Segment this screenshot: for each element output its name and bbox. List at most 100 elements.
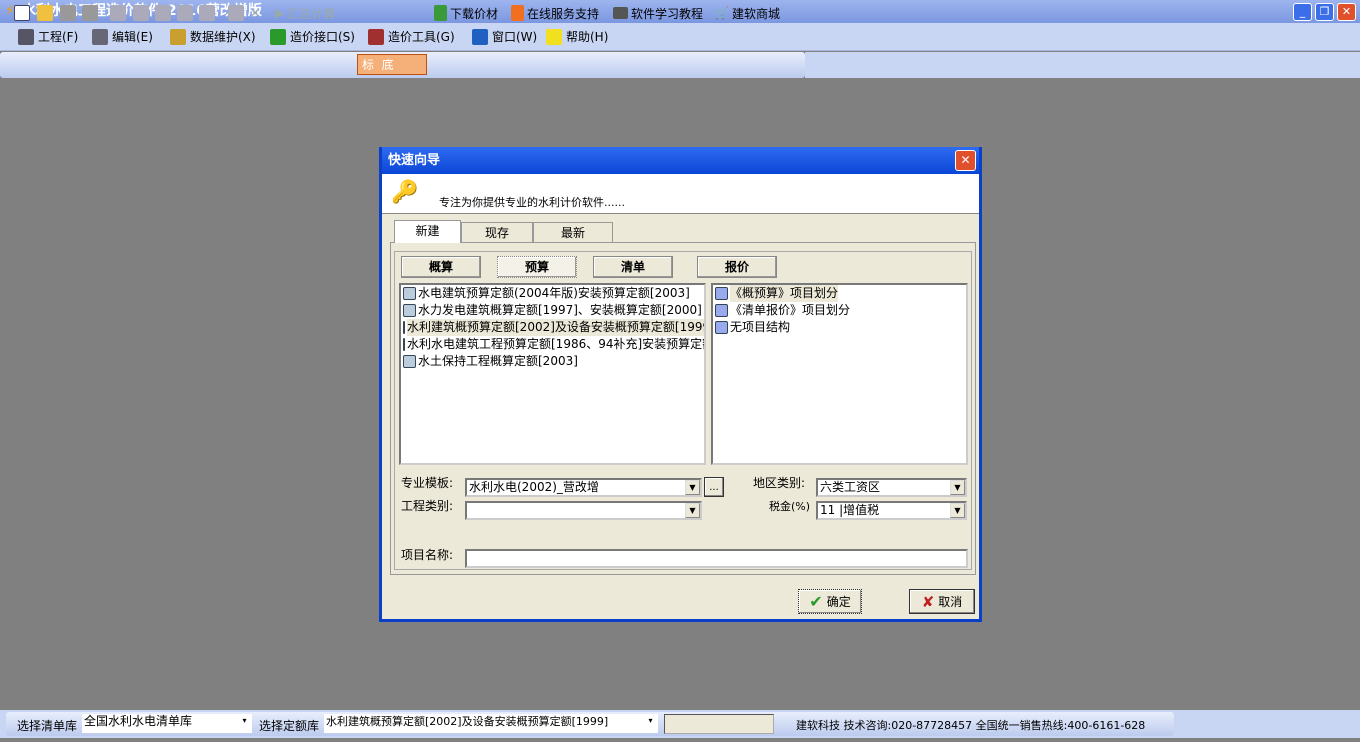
list-item[interactable]: 水土保持工程概算定额[2003] xyxy=(401,353,704,370)
tax-label: 税金(%) xyxy=(769,500,811,513)
status-toolbar: 选择清单库 全国水利水电清单库 ▾ 选择定额库 水利建筑概预算定额[2002]及设… xyxy=(6,712,1174,736)
list-item[interactable]: 水力发电建筑概算定额[1997]、安装概算定额[2000] xyxy=(401,302,704,319)
download-prices-button[interactable]: 下载价材 xyxy=(434,5,498,21)
chevron-down-icon[interactable]: ▼ xyxy=(950,503,965,518)
shop-button[interactable]: 🛒 建软商城 xyxy=(714,5,780,21)
inner-panel: 概算 预算 清单 报价 水电建筑预算定额(2004年版)安装预算定额[2003]… xyxy=(394,251,972,570)
cancel-label: 取消 xyxy=(938,595,963,609)
chevron-down-icon[interactable]: ▾ xyxy=(237,714,252,729)
chevron-down-icon[interactable]: ▼ xyxy=(950,480,965,495)
play-icon: ▶ xyxy=(275,6,285,20)
cart-icon: 🛒 xyxy=(714,6,729,20)
document-icon xyxy=(715,304,728,317)
list-item-label: 《清单报价》项目划分 xyxy=(730,303,851,317)
quota-book-icon xyxy=(403,287,416,300)
insert-icon[interactable] xyxy=(228,5,244,21)
help-icon xyxy=(546,29,562,45)
tax-select[interactable]: 11 |增值税 ▼ xyxy=(816,501,967,520)
cancel-button[interactable]: ✘ 取消 xyxy=(909,589,975,614)
quota-list[interactable]: 水电建筑预算定额(2004年版)安装预算定额[2003] 水力发电建筑概算定额[1… xyxy=(399,283,706,465)
category-select[interactable]: ▼ xyxy=(465,501,702,520)
new-file-icon[interactable] xyxy=(14,5,30,21)
x-icon: ✘ xyxy=(921,592,935,611)
open-folder-icon[interactable] xyxy=(37,5,53,21)
download-label: 下载价材 xyxy=(450,6,499,21)
tutorial-label: 软件学习教程 xyxy=(631,6,704,21)
budget-button[interactable]: 预算 xyxy=(497,256,577,278)
find-icon[interactable] xyxy=(199,5,215,21)
support-label: 在线服务支持 xyxy=(527,6,600,21)
structure-list[interactable]: 《概预算》项目划分 《清单报价》项目划分无项目结构 xyxy=(711,283,968,465)
list-item[interactable]: 水电建筑预算定额(2004年版)安装预算定额[2003] xyxy=(401,285,704,302)
list-item-label: 水力发电建筑概算定额[1997]、安装概算定额[2000] xyxy=(418,303,702,317)
list-item[interactable]: 《概预算》项目划分 xyxy=(713,285,966,302)
restore-button[interactable]: ❐ xyxy=(1315,3,1334,21)
list-item[interactable]: 《清单报价》项目划分 xyxy=(713,302,966,319)
quota-library-label: 选择定额库 xyxy=(259,719,320,733)
list-item[interactable]: 水利水电建筑工程预算定额[1986、94补充]安装预算定额 xyxy=(401,336,704,353)
region-value: 六类工资区 xyxy=(820,480,881,494)
list-item[interactable]: 水利建筑概预算定额[2002]及设备安装概预算定额[1999] xyxy=(401,319,704,336)
cut-icon[interactable] xyxy=(133,5,149,21)
template-select[interactable]: 水利水电(2002)_营改增 ▼ xyxy=(465,478,702,497)
tab-new[interactable]: 新建 xyxy=(394,220,461,243)
chevron-down-icon[interactable]: ▾ xyxy=(643,714,658,729)
quota-library-select[interactable]: 水利建筑概预算定额[2002]及设备安装概预算定额[1999] ▾ xyxy=(324,714,658,733)
ok-button[interactable]: ✔ 确定 xyxy=(798,589,862,614)
menu-label: 造价接口(S) xyxy=(290,30,355,44)
undo-icon[interactable] xyxy=(110,5,126,21)
bill-button[interactable]: 清单 xyxy=(593,256,673,278)
quote-button[interactable]: 报价 xyxy=(697,256,777,278)
list-item-label: 水土保持工程概算定额[2003] xyxy=(418,354,578,368)
menu-help[interactable]: 帮助(H) xyxy=(546,28,608,46)
tools-icon xyxy=(368,29,384,45)
minimize-button[interactable]: _ xyxy=(1293,3,1312,21)
menu-data-maintain[interactable]: 数据维护(X) xyxy=(170,28,256,46)
interface-icon xyxy=(270,29,286,45)
tab-panel: 概算 预算 清单 报价 水电建筑预算定额(2004年版)安装预算定额[2003]… xyxy=(390,242,976,575)
video-icon xyxy=(613,7,628,19)
download-icon xyxy=(434,5,447,21)
checkmark-icon: ✔ xyxy=(809,592,823,611)
dialog-close-button[interactable]: ✕ xyxy=(955,150,976,171)
region-select[interactable]: 六类工资区 ▼ xyxy=(816,478,967,497)
paste-icon[interactable] xyxy=(177,5,193,21)
close-button[interactable]: ✕ xyxy=(1337,3,1356,21)
project-name-label: 项目名称: xyxy=(401,548,454,562)
list-library-select[interactable]: 全国水利水电清单库 ▾ xyxy=(82,714,252,733)
save-icon[interactable] xyxy=(60,5,76,21)
menu-label: 窗口(W) xyxy=(492,30,538,44)
dialog-header: 🔑 专注为你提供专业的水利计价软件...... xyxy=(382,174,979,214)
summary-calc-button[interactable]: ▶ 汇总计算 xyxy=(275,5,335,21)
bid-button[interactable]: 标 底 xyxy=(357,54,427,75)
estimate-button[interactable]: 概算 xyxy=(401,256,481,278)
menu-label: 造价工具(G) xyxy=(388,30,455,44)
template-label: 专业模板: xyxy=(401,476,454,490)
document-icon xyxy=(715,287,728,300)
project-name-input[interactable] xyxy=(465,549,968,568)
menu-edit[interactable]: 编辑(E) xyxy=(92,28,153,46)
list-item-label: 水利水电建筑工程预算定额[1986、94补充]安装预算定额 xyxy=(407,337,706,351)
online-support-button[interactable]: 在线服务支持 xyxy=(511,5,599,21)
list-item[interactable]: 无项目结构 xyxy=(713,319,966,336)
menu-window[interactable]: 窗口(W) xyxy=(472,28,537,46)
tab-latest[interactable]: 最新 xyxy=(533,222,613,243)
company-info: 建软科技 技术咨询:020-87728457 全国统一销售热线:400-6161… xyxy=(796,719,1146,732)
menu-interface[interactable]: 造价接口(S) xyxy=(270,28,355,46)
chevron-down-icon[interactable]: ▼ xyxy=(685,503,700,518)
edit-icon xyxy=(92,29,108,45)
chevron-down-icon[interactable]: ▼ xyxy=(685,480,700,495)
menu-tools[interactable]: 造价工具(G) xyxy=(368,28,455,46)
browse-button[interactable]: ... xyxy=(704,477,724,497)
template-value: 水利水电(2002)_营改增 xyxy=(469,480,599,494)
window-icon xyxy=(472,29,488,45)
list-library-label: 选择清单库 xyxy=(17,719,78,733)
tab-existing[interactable]: 现存 xyxy=(461,222,533,243)
menu-project[interactable]: 工程(F) xyxy=(18,28,78,46)
delete-icon[interactable]: ✕ xyxy=(250,5,260,21)
menu-label: 编辑(E) xyxy=(112,30,153,44)
copy-icon[interactable] xyxy=(155,5,171,21)
tutorial-button[interactable]: 软件学习教程 xyxy=(613,5,703,21)
print-icon[interactable] xyxy=(82,5,98,21)
quota-book-icon xyxy=(403,355,416,368)
